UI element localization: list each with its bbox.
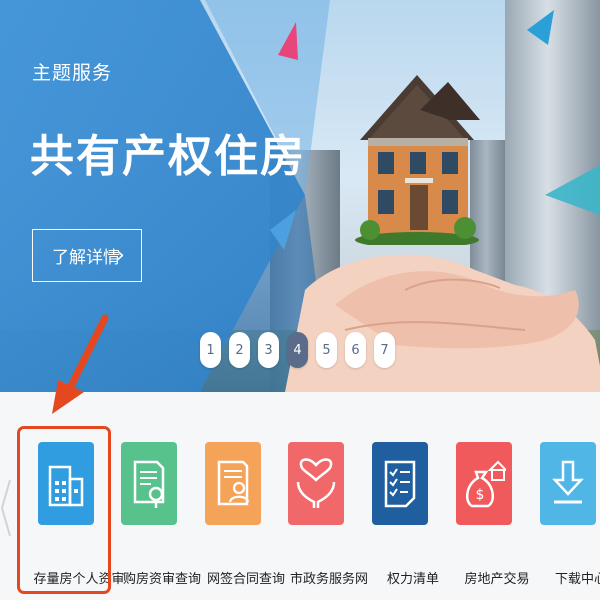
pointer-arrow-icon xyxy=(52,314,109,414)
money-bag-house-icon: $ xyxy=(465,460,506,507)
download-icon xyxy=(552,460,584,503)
carousel-dot[interactable]: 7 xyxy=(374,332,395,368)
learn-more-button[interactable]: 了解详情 › xyxy=(32,229,142,282)
service-tile: $ xyxy=(456,442,512,525)
carousel-pagination: 1 2 3 4 5 6 7 xyxy=(200,332,400,368)
document-search-icon xyxy=(133,460,165,508)
carousel-dot[interactable]: 2 xyxy=(229,332,250,368)
service-tile xyxy=(372,442,428,525)
learn-more-label: 了解详情 xyxy=(52,248,120,268)
service-tile xyxy=(288,442,344,525)
checklist-icon xyxy=(384,460,416,507)
service-tile xyxy=(121,442,177,525)
heart-hands-icon xyxy=(296,457,336,508)
svg-text:$: $ xyxy=(476,487,485,503)
scroll-left-arrow-icon[interactable] xyxy=(0,478,12,538)
chevron-right-icon: › xyxy=(116,243,125,268)
service-download-center[interactable]: 下载中心 xyxy=(540,438,600,598)
carousel-dot[interactable]: 1 xyxy=(200,332,221,368)
carousel-dot[interactable]: 5 xyxy=(316,332,337,368)
house-illustration xyxy=(355,75,480,245)
carousel-dot[interactable]: 3 xyxy=(258,332,279,368)
service-tile xyxy=(540,442,596,525)
service-tile xyxy=(205,442,261,525)
service-label: 下载中心 xyxy=(554,572,600,587)
carousel-dot-active[interactable]: 4 xyxy=(287,332,308,368)
contract-person-icon xyxy=(217,460,250,505)
banner-title: 共有产权住房 xyxy=(30,131,306,182)
banner-subtitle: 主题服务 xyxy=(32,62,113,84)
highlight-box xyxy=(17,426,111,594)
carousel-dot[interactable]: 6 xyxy=(345,332,366,368)
